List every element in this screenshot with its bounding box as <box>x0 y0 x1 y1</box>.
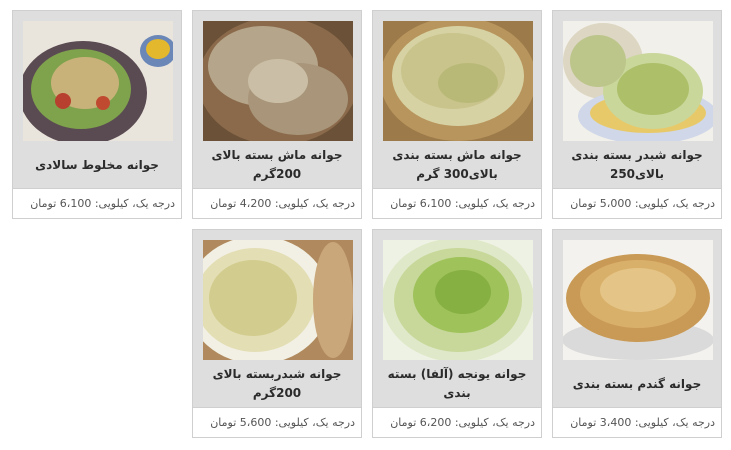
mung-sprouts-in-basket-image[interactable] <box>383 21 533 141</box>
product-card[interactable]: جوانه ماش بسته بندی بالای300 گرم درجه یک… <box>372 10 542 219</box>
clover-sprouts-in-bowl-image[interactable] <box>563 21 713 141</box>
product-price: درجه یک، کیلویی: 6،100 تومان <box>13 188 181 218</box>
sprout-salad-plate-image[interactable] <box>23 21 173 141</box>
product-price: درجه یک، کیلویی: 6،100 تومان <box>373 188 541 218</box>
wheat-sprouts-plate-image[interactable] <box>563 240 713 360</box>
product-card-header: جوانه شبدر بسته بندی بالای250 <box>553 11 721 188</box>
product-title[interactable]: جوانه شبدربسته بالای 200گرم <box>197 363 357 405</box>
product-card-header: جوانه مخلوط سالادی <box>13 11 181 188</box>
product-card[interactable]: جوانه گندم بسته بندی درجه یک، کیلویی: 3،… <box>552 229 722 438</box>
product-card-header: جوانه ماش بسته بالای 200گرم <box>193 11 361 188</box>
product-price: درجه یک، کیلویی: 5،000 تومان <box>553 188 721 218</box>
product-card-header: جوانه گندم بسته بندی <box>553 230 721 407</box>
product-card[interactable]: جوانه ماش بسته بالای 200گرم درجه یک، کیل… <box>192 10 362 219</box>
product-price: درجه یک، کیلویی: 6،200 تومان <box>373 407 541 437</box>
product-title[interactable]: جوانه گندم بسته بندی <box>557 363 717 405</box>
product-title[interactable]: جوانه مخلوط سالادی <box>17 144 177 186</box>
product-title[interactable]: جوانه شبدر بسته بندی بالای250 <box>557 144 717 186</box>
clover-sprouts-bowl-image[interactable] <box>203 240 353 360</box>
product-title[interactable]: جوانه ماش بسته بالای 200گرم <box>197 144 357 186</box>
product-card[interactable]: جوانه شبدر بسته بندی بالای250 درجه یک، ک… <box>552 10 722 219</box>
product-card-header: جوانه یونجه (آلفا) بسته بندی <box>373 230 541 407</box>
product-card[interactable]: جوانه شبدربسته بالای 200گرم درجه یک، کیل… <box>192 229 362 438</box>
product-card-header: جوانه ماش بسته بندی بالای300 گرم <box>373 11 541 188</box>
product-price: درجه یک، کیلویی: 3،400 تومان <box>553 407 721 437</box>
alfalfa-sprouts-bowl-image[interactable] <box>383 240 533 360</box>
product-title[interactable]: جوانه ماش بسته بندی بالای300 گرم <box>377 144 537 186</box>
product-card-header: جوانه شبدربسته بالای 200گرم <box>193 230 361 407</box>
mung-sprouts-pile-image[interactable] <box>203 21 353 141</box>
product-card[interactable]: جوانه یونجه (آلفا) بسته بندی درجه یک، کی… <box>372 229 542 438</box>
product-card[interactable]: جوانه مخلوط سالادی درجه یک، کیلویی: 6،10… <box>12 10 182 219</box>
product-price: درجه یک، کیلویی: 4،200 تومان <box>193 188 361 218</box>
product-price: درجه یک، کیلویی: 5،600 تومان <box>193 407 361 437</box>
product-title[interactable]: جوانه یونجه (آلفا) بسته بندی <box>377 363 537 405</box>
